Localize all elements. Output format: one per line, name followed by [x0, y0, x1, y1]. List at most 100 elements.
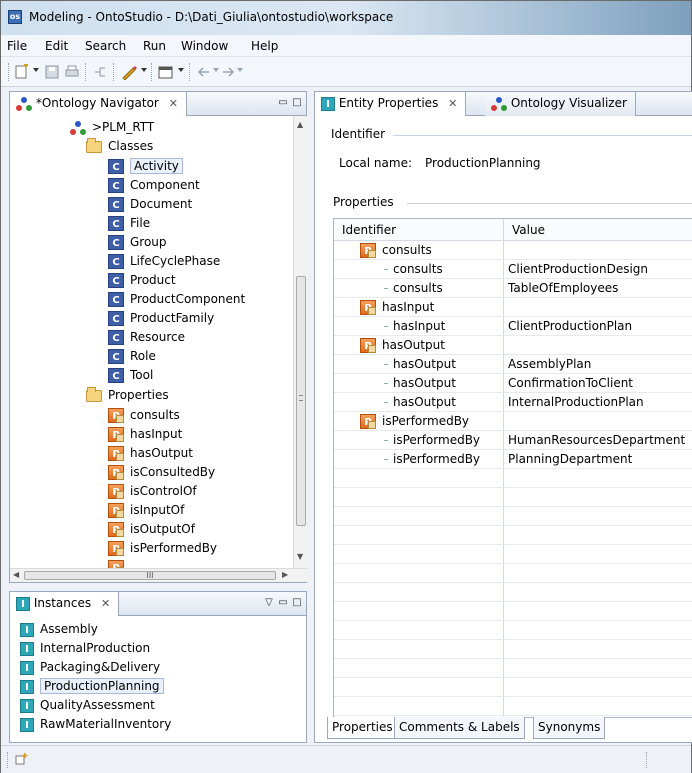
close-icon[interactable]: ✕	[101, 597, 110, 610]
tab-entity-properties[interactable]: I Entity Properties ✕	[315, 92, 467, 116]
scroll-thumb[interactable]	[296, 276, 306, 526]
property-value-row[interactable]: hasInput ClientProductionPlan	[334, 317, 692, 336]
close-icon[interactable]: ✕	[448, 97, 457, 110]
column-identifier-header[interactable]: Identifier	[342, 221, 396, 240]
instance-icon: I	[20, 679, 34, 694]
tree-class-item[interactable]: C LifeCyclePhase	[108, 252, 220, 271]
property-group-row[interactable]: Pconsults	[334, 241, 692, 260]
instance-item[interactable]: I InternalProduction	[20, 638, 150, 658]
tree-property-item[interactable]: PisPerformedBy	[108, 539, 217, 558]
tree-property-item[interactable]: PisOutputOf	[108, 520, 195, 539]
forward-icon[interactable]	[221, 64, 235, 80]
menu-window[interactable]: Window	[181, 39, 228, 53]
back-dropdown-icon[interactable]	[213, 68, 219, 72]
save-icon[interactable]	[45, 64, 59, 80]
back-icon[interactable]	[197, 64, 211, 80]
property-value-row[interactable]: isPerformedBy PlanningDepartment	[334, 450, 692, 469]
tree-class-item[interactable]: C Resource	[108, 328, 185, 347]
menu-run[interactable]: Run	[143, 39, 166, 53]
menu-help[interactable]: Help	[251, 39, 278, 53]
bottom-tab-synonyms[interactable]: Synonyms	[533, 717, 606, 739]
property-value-row[interactable]: consults ClientProductionDesign	[334, 260, 692, 279]
ontostudio-app-icon: os	[8, 10, 22, 24]
tree-class-item[interactable]: C Activity	[108, 157, 183, 176]
tab-ontology-navigator[interactable]: *Ontology Navigator ✕	[10, 92, 187, 116]
tree-classes-folder[interactable]: Classes	[86, 137, 153, 156]
scroll-right-icon[interactable]: ▶	[282, 570, 288, 579]
instance-item[interactable]: I Packaging&Delivery	[20, 657, 160, 677]
bottom-tab-comments-labels[interactable]: Comments & Labels	[394, 717, 525, 739]
tab-instances[interactable]: I Instances ✕	[10, 592, 120, 616]
tree-class-item[interactable]: C Product	[108, 271, 176, 290]
print-icon[interactable]	[65, 64, 79, 80]
property-value-row[interactable]: hasOutput InternalProductionPlan	[334, 393, 692, 412]
property-value-row[interactable]: hasOutput ConfirmationToClient	[334, 374, 692, 393]
title-bar[interactable]: os Modeling - OntoStudio - D:\Dati_Giuli…	[1, 1, 691, 35]
ontology-icon	[16, 96, 32, 111]
tree-class-item[interactable]: C Tool	[108, 366, 153, 385]
local-name-value[interactable]: ProductionPlanning	[425, 156, 541, 170]
tree-property-item[interactable]: PhasInput	[108, 425, 182, 444]
menu-edit[interactable]: Edit	[45, 39, 68, 53]
properties-table: Identifier Value Pconsults consults Client…	[333, 218, 692, 718]
maximize-icon[interactable]: □	[292, 97, 302, 109]
class-icon: C	[108, 197, 124, 212]
property-identifier: consults	[382, 243, 432, 257]
tree-class-item[interactable]: C Component	[108, 176, 200, 195]
empty-row	[334, 469, 692, 488]
hierarchy-icon[interactable]	[93, 64, 107, 80]
new-dropdown-icon[interactable]	[33, 68, 39, 72]
tree-class-item[interactable]: C Group	[108, 233, 167, 252]
minimize-icon[interactable]: ▭	[278, 97, 288, 109]
minimize-icon[interactable]: ▭	[278, 597, 288, 609]
empty-row	[334, 678, 692, 697]
run-config-dropdown-icon[interactable]	[178, 68, 184, 72]
view-menu-icon[interactable]: ▽	[264, 597, 274, 609]
scroll-up-icon[interactable]: ▲	[297, 120, 303, 129]
instance-item[interactable]: I Assembly	[20, 619, 98, 639]
run-config-icon[interactable]	[158, 64, 174, 80]
tree-class-item[interactable]: C ProductComponent	[108, 290, 245, 309]
instance-item-selected[interactable]: I ProductionPlanning	[20, 676, 164, 696]
menu-search[interactable]: Search	[85, 39, 126, 53]
tree-class-item[interactable]: C Document	[108, 195, 192, 214]
property-group-row[interactable]: PhasInput	[334, 298, 692, 317]
property-value-row[interactable]: consults TableOfEmployees	[334, 279, 692, 298]
property-icon: P	[108, 465, 124, 480]
scroll-thumb[interactable]: III	[24, 571, 276, 580]
tree-class-item[interactable]: C File	[108, 214, 150, 233]
navigator-horizontal-scrollbar[interactable]: ◀ III ▶	[10, 568, 307, 582]
property-value-row[interactable]: hasOutput AssemblyPlan	[334, 355, 692, 374]
navigator-vertical-scrollbar[interactable]: ▲ ▼	[293, 116, 307, 568]
forward-dropdown-icon[interactable]	[237, 68, 243, 72]
tree-property-item[interactable]: PisControlOf	[108, 482, 197, 501]
bottom-tab-properties[interactable]: Properties	[327, 717, 398, 739]
property-group-row[interactable]: PhasOutput	[334, 336, 692, 355]
tree-property-item[interactable]: Pconsults	[108, 406, 180, 425]
instance-icon: I	[20, 717, 34, 732]
scroll-left-icon[interactable]: ◀	[13, 570, 19, 579]
tree-property-item[interactable]: PhasOutput	[108, 444, 193, 463]
tree-property-item-partial[interactable]: P	[108, 558, 130, 568]
tree-class-item[interactable]: C Role	[108, 347, 156, 366]
property-value-row[interactable]: isPerformedBy HumanResourcesDepartment	[334, 431, 692, 450]
tree-property-item[interactable]: PisConsultedBy	[108, 463, 215, 482]
tab-ontology-visualizer[interactable]: Ontology Visualizer	[485, 92, 636, 116]
tree-class-item[interactable]: C ProductFamily	[108, 309, 214, 328]
property-group-row[interactable]: PisPerformedBy	[334, 412, 692, 431]
scroll-down-icon[interactable]: ▼	[297, 552, 303, 561]
instance-item[interactable]: I QualityAssessment	[20, 695, 155, 715]
edit-tool-icon[interactable]	[121, 64, 137, 81]
instance-item[interactable]: I RawMaterialInventory	[20, 714, 171, 734]
fast-view-icon[interactable]	[15, 752, 29, 769]
menu-file[interactable]: File	[7, 39, 27, 53]
class-label-selected: Activity	[130, 158, 183, 174]
maximize-icon[interactable]: □	[292, 597, 302, 609]
tree-ontology-node[interactable]: >PLM_RTT	[70, 118, 154, 137]
tree-properties-folder[interactable]: Properties	[86, 386, 169, 405]
new-icon[interactable]	[15, 63, 29, 80]
tree-property-item[interactable]: PisInputOf	[108, 501, 184, 520]
close-icon[interactable]: ✕	[169, 97, 178, 110]
edit-tool-dropdown-icon[interactable]	[141, 68, 147, 72]
column-value-header[interactable]: Value	[512, 221, 545, 240]
